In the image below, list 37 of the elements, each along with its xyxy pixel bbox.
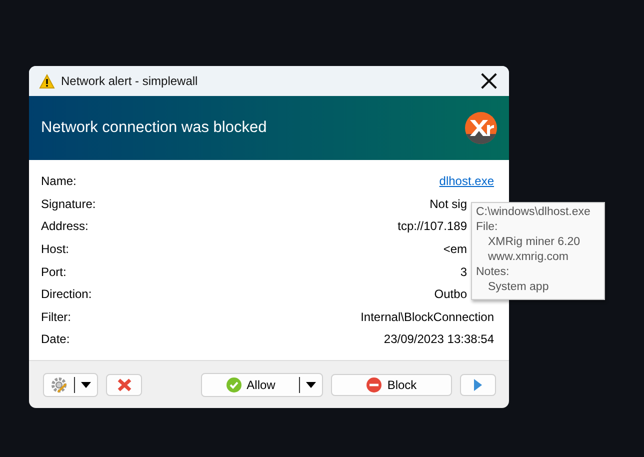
field-label: Direction: [41,287,92,302]
window-title: Network alert - simplewall [61,74,199,88]
field-value: tcp://107.189 [398,219,467,234]
close-button[interactable] [106,374,142,396]
check-icon [226,376,242,392]
gear-icon [50,376,68,394]
field-label: Signature: [41,196,96,211]
caret-icon [81,382,91,388]
alert-heading: Network connection was blocked [41,119,268,137]
field-label: Host: [41,242,70,256]
warning-icon [39,74,55,88]
field-label: Name: [41,174,76,188]
play-icon [474,378,482,390]
field-label: Filter: [41,310,71,324]
field-value: <em [443,242,467,256]
tooltip-heading: File: [476,220,499,235]
tooltip-text: System app [487,280,550,295]
field-label: Address: [41,219,88,234]
stop-icon [366,376,382,392]
caret-icon [306,382,316,388]
tooltip-text: XMRig miner 6.20 [487,235,582,250]
field-value: Internal\BlockConnection [360,310,494,324]
field-value: 3 [460,264,467,279]
app-logo-icon [465,112,497,144]
tooltip-text: www.xmrig.com [487,250,570,265]
field-label: Port: [41,264,66,279]
field-value: 23/09/2023 13:38:54 [384,332,494,346]
tooltip-text: C:\windows\dlhost.exe [476,205,592,220]
tooltip-heading: Notes: [476,265,510,280]
field-value: Outbo [434,287,467,302]
field-label: Date: [41,332,70,346]
field-value: Not sig [430,196,467,211]
close-icon [116,378,132,392]
block-button[interactable]: Block [331,374,452,396]
close-icon[interactable] [479,71,499,91]
next-button[interactable] [460,374,496,396]
file-link[interactable]: dlhost.exe [439,174,494,188]
